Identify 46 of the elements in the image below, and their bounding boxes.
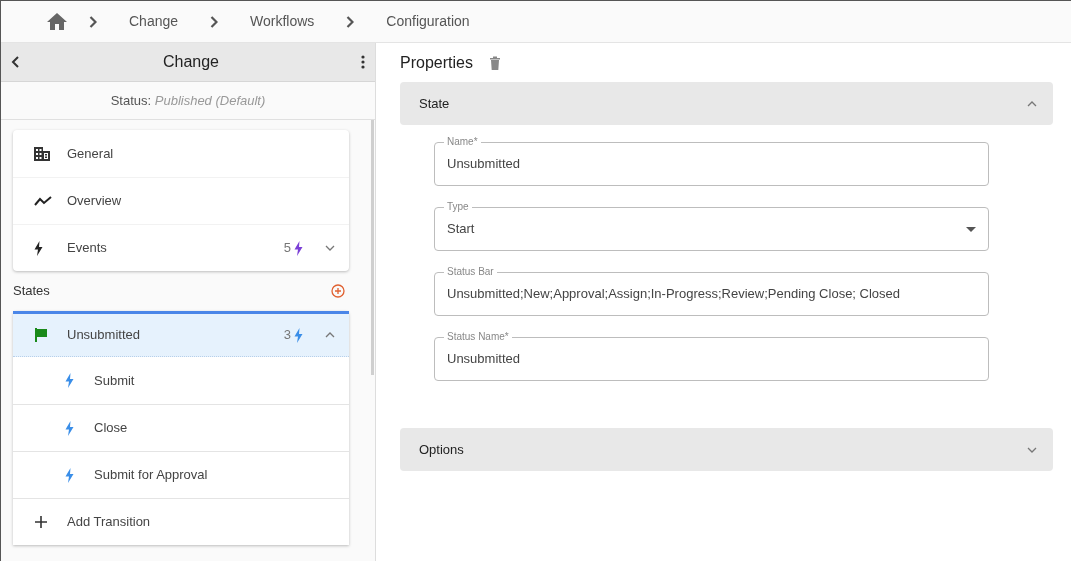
event-count: 5 [283, 239, 291, 258]
chevron-right-icon [346, 15, 355, 28]
more-icon[interactable] [361, 55, 365, 69]
accordion-header[interactable]: Options [400, 428, 1053, 471]
breadcrumb-link[interactable]: Workflows [240, 11, 325, 32]
lightning-icon [65, 373, 74, 388]
chevron-up-icon[interactable] [325, 332, 335, 338]
status-text: Status: Published (Default) [110, 91, 266, 110]
chevron-down-icon[interactable] [325, 245, 335, 251]
nav-item[interactable]: Overview [13, 177, 349, 224]
field-label: Status Bar [444, 266, 497, 278]
section-heading: States [13, 282, 50, 301]
chevron-up-icon[interactable] [1027, 100, 1037, 107]
nav-item[interactable]: General [13, 130, 349, 177]
trend-line-icon [34, 196, 52, 206]
breadcrumb-link[interactable]: Configuration [376, 11, 480, 32]
transition-item[interactable]: Submit [13, 357, 349, 404]
accordion-header[interactable]: State [400, 82, 1053, 125]
state-item[interactable]: Unsubmitted 3 [13, 311, 349, 357]
add-circle-icon[interactable] [331, 284, 345, 298]
field-label: Name* [444, 136, 481, 148]
chevron-right-icon [89, 15, 97, 28]
lightning-icon [34, 240, 43, 256]
chevron-down-icon[interactable] [1027, 446, 1037, 453]
building-icon [34, 146, 50, 161]
lightning-icon [294, 240, 303, 256]
chevron-right-icon [210, 15, 219, 28]
field-label: Type [444, 201, 472, 213]
plus-icon [35, 516, 47, 528]
transition-count: 3 [283, 326, 291, 345]
trash-icon[interactable] [488, 56, 501, 70]
dropdown-arrow-icon [966, 226, 976, 232]
lightning-icon [294, 327, 303, 343]
lightning-icon [65, 420, 74, 436]
field-label: Status Name* [444, 331, 512, 343]
breadcrumb-link[interactable]: Change [119, 11, 189, 32]
back-icon[interactable] [11, 56, 21, 68]
transition-item[interactable]: Submit for Approval [13, 451, 349, 498]
add-transition-item[interactable]: Add Transition [13, 498, 349, 545]
nav-item[interactable]: Events 5 [13, 224, 349, 271]
lightning-icon [65, 467, 74, 483]
panel-title: Change [162, 52, 219, 72]
flag-icon [34, 328, 48, 342]
properties-heading: Properties [400, 53, 473, 73]
transition-item[interactable]: Close [13, 404, 349, 451]
home-icon[interactable] [47, 13, 67, 30]
